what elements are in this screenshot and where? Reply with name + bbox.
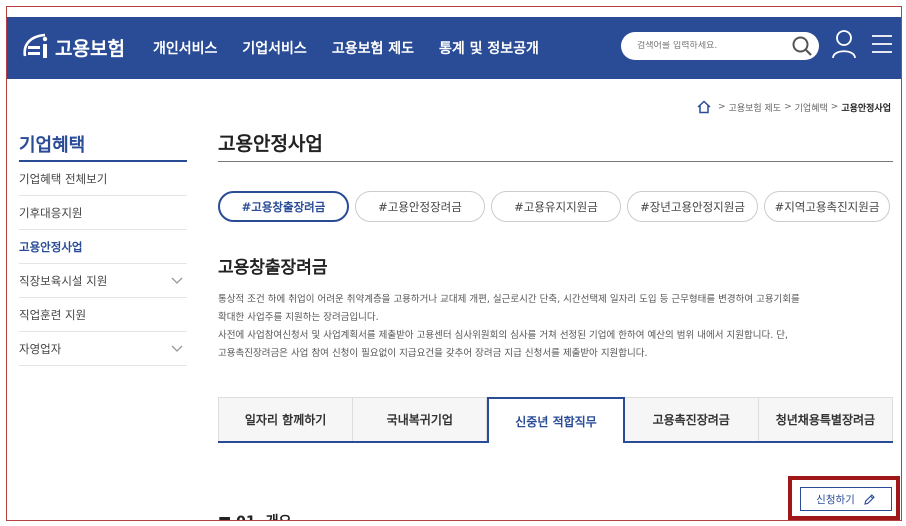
- logo-text: 고용보험: [55, 37, 125, 60]
- tag-regional-promotion[interactable]: #지역고용촉진지원금: [764, 191, 890, 222]
- description-line: 고용촉진장려금은 사업 참여 신청이 필요없이 지급요건을 갖추어 장려금 지급…: [218, 348, 648, 359]
- breadcrumb-item[interactable]: 고용보험 제도: [729, 101, 782, 114]
- chevron-down-icon: [171, 277, 183, 284]
- tab-youth-hiring[interactable]: 청년채용특별장려금: [758, 397, 894, 441]
- overview-heading: ■ 01. 개요: [218, 511, 292, 520]
- breadcrumb-separator: >: [830, 102, 839, 112]
- description-line: 사전에 사업참여신청서 및 사업계획서를 제출받아 고용센터 심사위원회의 심사…: [218, 330, 789, 341]
- home-icon[interactable]: [697, 100, 711, 114]
- hamburger-menu-icon[interactable]: [871, 33, 893, 55]
- tab-job-sharing[interactable]: 일자리 함께하기: [218, 397, 354, 441]
- nav-statistics[interactable]: 통계 및 정보공개: [439, 38, 539, 58]
- tag-senior-stability[interactable]: #장년고용안정지원금: [627, 191, 758, 222]
- sidebar-item-label: 자영업자: [19, 341, 62, 356]
- nav-business-service[interactable]: 기업서비스: [242, 38, 306, 58]
- nav-insurance-system[interactable]: 고용보험 제도: [332, 38, 414, 58]
- sidebar-title: 기업혜택: [19, 131, 187, 162]
- sidebar-menu: 기업혜택 전체보기 기후대응지원 고용안정사업 직장보육시설 지원 직업훈련 지…: [19, 162, 187, 366]
- hashtag-filter-list: #고용창출장려금 #고용안정장려금 #고용유지지원금 #장년고용안정지원금 #지…: [218, 191, 890, 222]
- search-icon[interactable]: [791, 35, 813, 57]
- sidebar-item-self-employed[interactable]: 자영업자: [19, 332, 187, 366]
- sidebar-item-label: 고용안정사업: [19, 239, 83, 254]
- tag-job-creation[interactable]: #고용창출장려금: [218, 191, 349, 222]
- sidebar-item-label: 직장보육시설 지원: [19, 273, 108, 288]
- logo-mark-icon: [23, 33, 48, 58]
- search-box: [621, 32, 819, 60]
- user-icon[interactable]: [831, 29, 857, 59]
- pencil-icon: [864, 493, 875, 505]
- site-logo[interactable]: 고용보험: [19, 32, 125, 62]
- page-frame: 고용보험 개인서비스 기업서비스 고용보험 제도 통계 및 정보공개 검색어를 …: [6, 6, 902, 521]
- search-input[interactable]: [637, 41, 787, 51]
- breadcrumb-separator: >: [784, 102, 792, 112]
- tag-employment-stability[interactable]: #고용안정장려금: [355, 191, 485, 222]
- description-line: 확대한 사업주를 지원하는 장려금입니다.: [218, 312, 379, 323]
- global-nav: 개인서비스 기업서비스 고용보험 제도 통계 및 정보공개: [153, 17, 564, 79]
- sidebar-item-all-benefits[interactable]: 기업혜택 전체보기: [19, 162, 187, 196]
- page-title: 고용안정사업: [218, 129, 893, 162]
- apply-highlight-box: 신청하기: [788, 476, 900, 520]
- sidebar-item-childcare[interactable]: 직장보육시설 지원: [19, 264, 187, 298]
- sidebar-item-label: 기업혜택 전체보기: [19, 171, 108, 186]
- tab-middle-aged-job[interactable]: 신중년 적합직무: [487, 397, 625, 443]
- chevron-down-icon: [171, 345, 183, 352]
- nav-personal-service[interactable]: 개인서비스: [153, 38, 217, 58]
- sidebar-item-employment-stability[interactable]: 고용안정사업: [19, 230, 187, 264]
- tag-employment-retention[interactable]: #고용유지지원금: [491, 191, 621, 222]
- sidebar-item-label: 직업훈련 지원: [19, 307, 87, 322]
- sidebar-item-climate[interactable]: 기후대응지원: [19, 196, 187, 230]
- tab-employment-promotion[interactable]: 고용촉진장려금: [624, 397, 759, 441]
- sidebar-item-label: 기후대응지원: [19, 205, 83, 220]
- description-line: 통상적 조건 하에 취업이 어려운 취약계층을 고용하거나 교대제 개편, 실근…: [218, 294, 800, 305]
- site-header: 고용보험 개인서비스 기업서비스 고용보험 제도 통계 및 정보공개: [7, 17, 901, 79]
- breadcrumb-separator: >: [718, 102, 726, 112]
- breadcrumb-item[interactable]: 기업혜택: [795, 101, 828, 114]
- program-tabs: 일자리 함께하기 국내복귀기업 신중년 적합직무 고용촉진장려금 청년채용특별장…: [218, 397, 894, 443]
- section-description: 통상적 조건 하에 취업이 어려운 취약계층을 고용하거나 교대제 개편, 실근…: [218, 291, 898, 363]
- tab-reshoring[interactable]: 국내복귀기업: [353, 397, 488, 441]
- section-title: 고용창출장려금: [218, 258, 328, 278]
- apply-button-label: 신청하기: [816, 493, 855, 506]
- breadcrumb: > 고용보험 제도 > 기업혜택 > 고용안정사업: [697, 100, 891, 114]
- apply-button[interactable]: 신청하기: [800, 487, 892, 511]
- breadcrumb-current: 고용안정사업: [841, 103, 891, 114]
- sidebar-item-training[interactable]: 직업훈련 지원: [19, 298, 187, 332]
